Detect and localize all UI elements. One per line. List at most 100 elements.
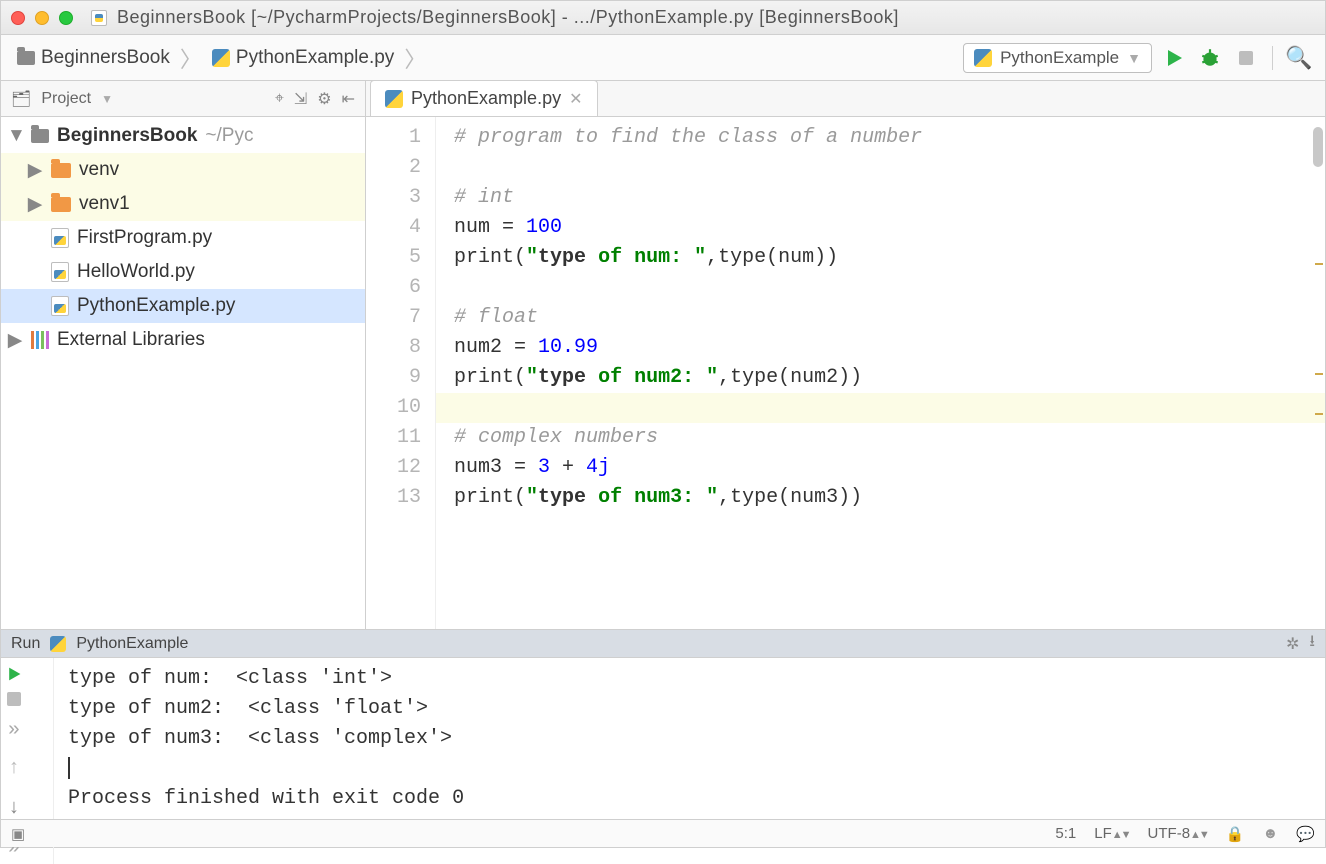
tree-root-name: BeginnersBook (57, 125, 197, 147)
run-panel-title: PythonExample (76, 635, 188, 653)
scroll-from-source-icon[interactable]: ⌖ (275, 90, 284, 108)
stop-button[interactable] (7, 692, 21, 706)
breadcrumb-root-label: BeginnersBook (41, 47, 170, 69)
expand-toggle-icon[interactable]: ▶ (7, 329, 23, 352)
expand-toggle-icon[interactable]: ▶ (27, 193, 43, 216)
file-encoding[interactable]: UTF-8▲▼ (1148, 825, 1208, 842)
external-libraries-label: External Libraries (57, 329, 205, 351)
editor-tab-label: PythonExample.py (411, 88, 561, 109)
feedback-icon[interactable]: 💬 (1296, 825, 1315, 843)
cursor-position[interactable]: 5:1 (1055, 825, 1076, 842)
editor: PythonExample.py ✕ 12345678910111213 # p… (366, 81, 1325, 629)
status-icon[interactable]: ▣ (11, 825, 25, 843)
python-file-icon (51, 228, 69, 248)
tree-root-path: ~/Pyc (205, 125, 253, 147)
code-line[interactable] (436, 393, 1325, 423)
download-icon[interactable]: ⭳ (1309, 630, 1315, 657)
project-tree[interactable]: ▼ BeginnersBook ~/Pyc ▶ venv ▶ venv1 FirstPr… (1, 117, 365, 629)
minimize-window-icon[interactable] (35, 11, 49, 25)
tree-item[interactable]: HelloWorld.py (1, 255, 365, 289)
tree-item[interactable]: FirstProgram.py (1, 221, 365, 255)
code-line[interactable]: print("type of num2: ",type(num2)) (454, 363, 1325, 393)
console-line: type of num3: <class 'complex'> (68, 724, 1325, 754)
lock-icon[interactable]: 🔒 (1226, 825, 1245, 843)
stop-button[interactable] (1232, 44, 1260, 72)
collapse-all-icon[interactable]: ⇲ (294, 89, 307, 109)
console-line: type of num2: <class 'float'> (68, 694, 1325, 724)
app-icon (91, 10, 107, 26)
marker-icon (1315, 413, 1323, 415)
tree-item[interactable]: PythonExample.py (1, 289, 365, 323)
up-arrow-icon[interactable]: ↑ (8, 754, 20, 784)
code-line[interactable]: num = 100 (454, 213, 1325, 243)
breadcrumb-file[interactable]: PythonExample.py (208, 45, 398, 71)
window-title: BeginnersBook [~/PycharmProjects/Beginne… (117, 7, 1315, 28)
zoom-window-icon[interactable] (59, 11, 73, 25)
chevron-right-icon: 〉 (404, 42, 426, 74)
tree-item[interactable]: ▶ venv (1, 153, 365, 187)
close-tab-icon[interactable]: ✕ (569, 89, 582, 109)
breadcrumb-root[interactable]: BeginnersBook (13, 45, 174, 71)
run-panel-title-prefix: Run (11, 635, 40, 653)
python-icon (974, 49, 992, 67)
code-line[interactable]: # float (454, 303, 1325, 333)
project-panel-header[interactable]: 🗂 Project▼ ⌖ ⇲ ⚙ ⇤ (1, 81, 365, 117)
breadcrumb-file-label: PythonExample.py (236, 47, 394, 69)
project-tool-icon: 🗂 (11, 89, 31, 109)
expand-toggle-icon[interactable]: ▼ (7, 125, 23, 147)
folder-icon (31, 129, 49, 143)
more-icon[interactable]: » (8, 716, 20, 746)
gear-icon[interactable]: ✲ (1286, 634, 1299, 654)
tree-external-libraries[interactable]: ▶ External Libraries (1, 323, 365, 357)
python-file-icon (51, 262, 69, 282)
scrollbar-thumb[interactable] (1313, 127, 1323, 167)
search-everywhere-button[interactable]: 🔍 (1285, 44, 1313, 72)
code-area[interactable]: 12345678910111213 # program to find the … (366, 117, 1325, 629)
run-panel-header[interactable]: Run PythonExample ✲ ⭳ (1, 630, 1325, 658)
code-line[interactable]: # program to find the class of a number (454, 123, 1325, 153)
hide-panel-icon[interactable]: ⇤ (342, 89, 355, 109)
search-icon: 🔍 (1285, 45, 1312, 71)
navigation-bar: BeginnersBook 〉 PythonExample.py 〉 Pytho… (1, 35, 1325, 81)
close-window-icon[interactable] (11, 11, 25, 25)
tree-item-label: venv (79, 159, 119, 181)
code-line[interactable]: num3 = 3 + 4j (454, 453, 1325, 483)
code-line[interactable]: # int (454, 183, 1325, 213)
expand-toggle-icon[interactable]: ▶ (27, 159, 43, 182)
separator (1272, 46, 1273, 70)
console-line: type of num: <class 'int'> (68, 664, 1325, 694)
marker-icon (1315, 263, 1323, 265)
tree-item-label: PythonExample.py (77, 295, 235, 317)
window-controls (11, 11, 73, 25)
code-content[interactable]: # program to find the class of a number #… (436, 117, 1325, 629)
breadcrumbs[interactable]: BeginnersBook 〉 PythonExample.py 〉 (13, 42, 428, 74)
gear-icon[interactable]: ⚙ (317, 89, 331, 109)
debug-button[interactable] (1196, 44, 1224, 72)
tree-item-label: venv1 (79, 193, 130, 215)
code-line[interactable]: print("type of num3: ",type(num3)) (454, 483, 1325, 513)
project-sidebar: 🗂 Project▼ ⌖ ⇲ ⚙ ⇤ ▼ BeginnersBook ~/Pyc… (1, 81, 366, 629)
line-separator[interactable]: LF▲▼ (1094, 825, 1129, 842)
run-tool-window: Run PythonExample ✲ ⭳ » ↑ ↓ » type of nu… (1, 629, 1325, 819)
chevron-right-icon: 〉 (180, 42, 202, 74)
marker-icon (1315, 373, 1323, 375)
status-bar: ▣ 5:1 LF▲▼ UTF-8▲▼ 🔒 ☻ 💬 (1, 819, 1325, 847)
run-config-selector[interactable]: PythonExample ▼ (963, 43, 1152, 73)
editor-tabs: PythonExample.py ✕ (366, 81, 1325, 117)
run-button[interactable] (1160, 44, 1188, 72)
code-line[interactable] (454, 273, 1325, 303)
tree-root[interactable]: ▼ BeginnersBook ~/Pyc (1, 119, 365, 153)
folder-icon (51, 197, 71, 212)
project-panel-label: Project (41, 90, 91, 108)
console-line (68, 754, 1325, 784)
inspector-icon[interactable]: ☻ (1263, 825, 1279, 842)
code-line[interactable]: # complex numbers (454, 423, 1325, 453)
code-line[interactable]: num2 = 10.99 (454, 333, 1325, 363)
code-line[interactable]: print("type of num: ",type(num)) (454, 243, 1325, 273)
code-line[interactable] (454, 153, 1325, 183)
stop-icon (1239, 51, 1253, 65)
editor-tab[interactable]: PythonExample.py ✕ (370, 80, 598, 116)
tree-item[interactable]: ▶ venv1 (1, 187, 365, 221)
rerun-button[interactable] (6, 666, 22, 682)
line-gutter: 12345678910111213 (366, 117, 436, 629)
